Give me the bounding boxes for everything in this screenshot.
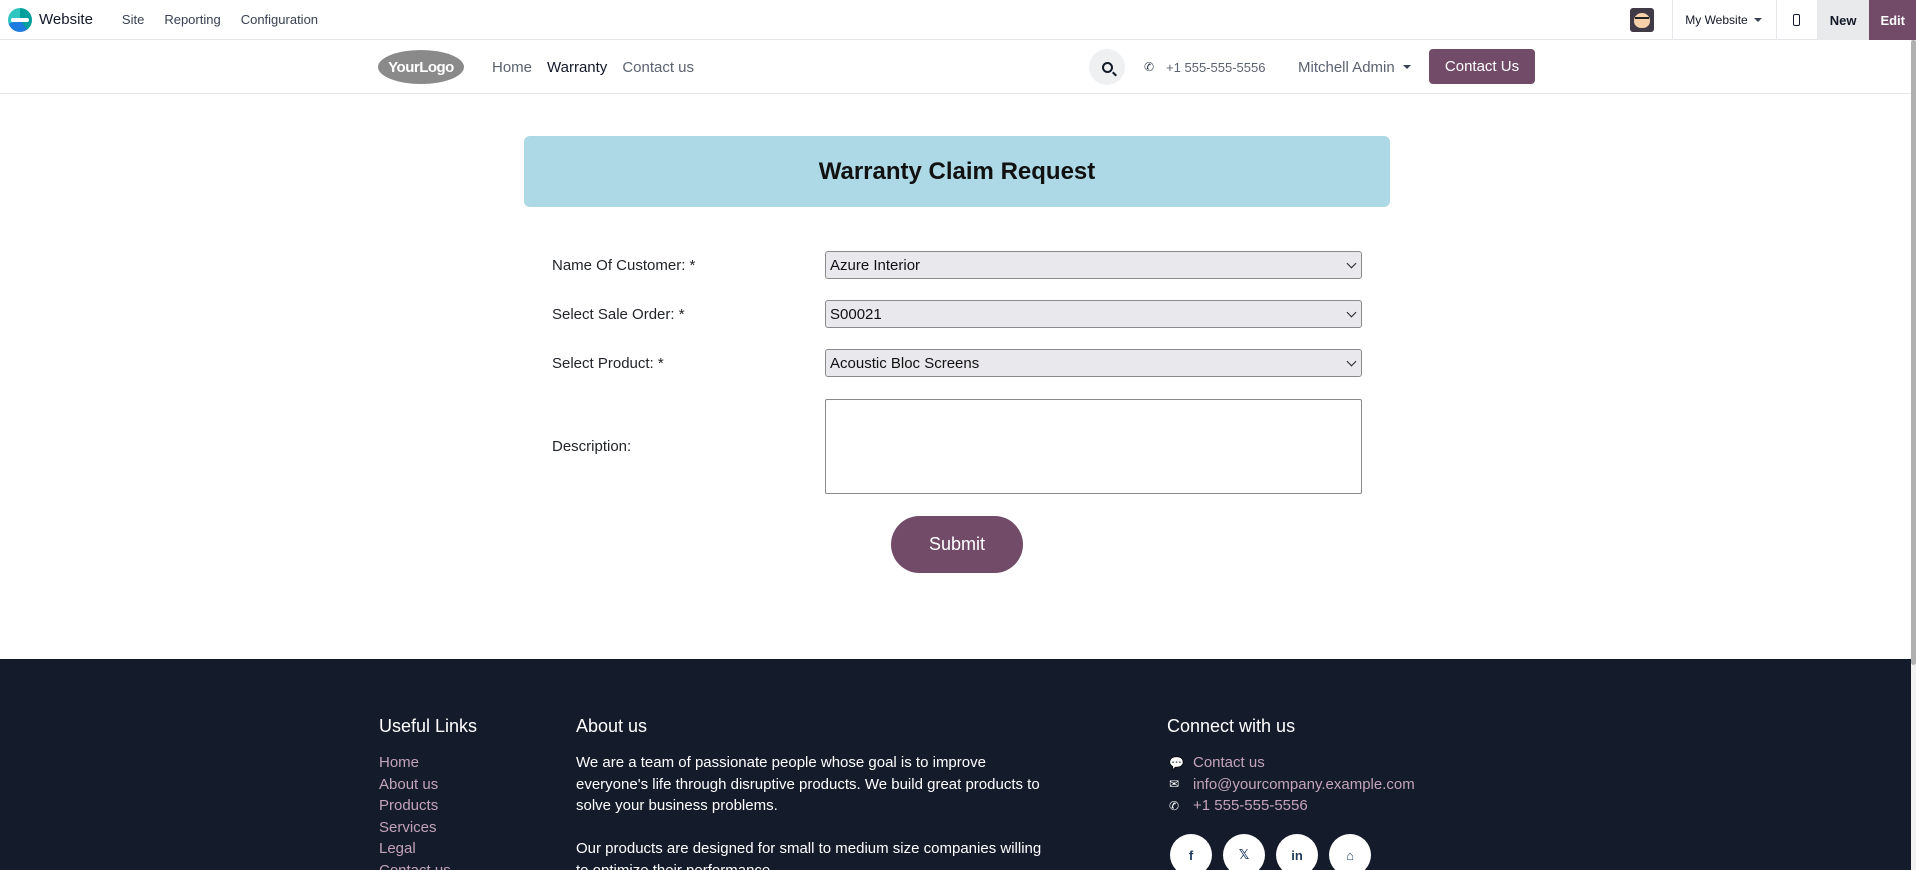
customer-select-value: Azure Interior (830, 256, 921, 274)
admin-menu: Site Reporting Configuration (112, 12, 328, 27)
menu-site[interactable]: Site (112, 12, 154, 27)
mobile-preview-button[interactable] (1777, 0, 1817, 40)
menu-configuration[interactable]: Configuration (231, 12, 328, 27)
submit-button[interactable]: Submit (891, 516, 1023, 573)
site-logo-text: YourLogo (388, 58, 454, 76)
footer-phone-text: +1 555-555-5556 (1193, 797, 1308, 815)
connect-list: 💬 Contact us ✉ info@yourcompany.example.… (1169, 752, 1415, 817)
caret-down-icon (1753, 18, 1762, 22)
page-scrollbar[interactable] (1911, 40, 1916, 870)
phone-icon: ✆ (1144, 60, 1155, 74)
site-nav: Home Warranty Contact us (492, 40, 694, 94)
useful-links-heading: Useful Links (379, 716, 478, 736)
facebook-icon[interactable]: f (1170, 834, 1212, 870)
footer-link-home[interactable]: Home (379, 752, 451, 774)
nav-home[interactable]: Home (492, 59, 532, 76)
contact-us-button[interactable]: Contact Us (1429, 49, 1535, 84)
sale-order-row: Select Sale Order: * S00021 (552, 300, 1362, 328)
chevron-down-icon (1346, 307, 1357, 317)
footer-email-link[interactable]: ✉ info@yourcompany.example.com (1169, 774, 1415, 796)
site-header: YourLogo Home Warranty Contact us ✆ +1 5… (0, 40, 1911, 94)
footer-link-services[interactable]: Services (379, 817, 451, 839)
user-menu[interactable]: Mitchell Admin (1298, 40, 1411, 94)
app-switcher[interactable]: Website (8, 0, 93, 40)
footer-link-about-us[interactable]: About us (379, 774, 451, 796)
edit-button[interactable]: Edit (1869, 0, 1916, 40)
header-phone-number: +1 555-555-5556 (1166, 59, 1266, 75)
useful-links-list: Home About us Products Services Legal Co… (379, 752, 451, 870)
customer-label: Name Of Customer: * (552, 256, 696, 274)
website-switcher-label: My Website (1685, 13, 1748, 27)
chevron-down-icon (1346, 258, 1357, 268)
description-row: Description: (552, 399, 1362, 494)
form-title-banner: Warranty Claim Request (524, 136, 1390, 207)
footer-link-products[interactable]: Products (379, 795, 451, 817)
about-heading: About us (576, 716, 648, 736)
admin-right-tools: My Website New Edit (1630, 0, 1916, 40)
x-icon[interactable]: 𝕏 (1223, 834, 1265, 870)
description-textarea[interactable] (825, 399, 1362, 494)
customer-row: Name Of Customer: * Azure Interior (552, 251, 1362, 279)
nav-warranty[interactable]: Warranty (547, 59, 607, 76)
product-select-value: Acoustic Bloc Screens (830, 354, 980, 372)
nav-contact-us[interactable]: Contact us (622, 59, 694, 76)
footer-email-text: info@yourcompany.example.com (1193, 775, 1415, 793)
sale-order-select-value: S00021 (830, 305, 882, 323)
header-phone-link[interactable]: ✆ +1 555-555-5556 (1144, 40, 1265, 94)
product-row: Select Product: * Acoustic Bloc Screens (552, 349, 1362, 377)
user-avatar[interactable] (1630, 8, 1655, 32)
footer-link-legal[interactable]: Legal (379, 838, 451, 860)
menu-reporting[interactable]: Reporting (154, 12, 230, 27)
envelope-icon: ✉ (1169, 777, 1180, 792)
footer-link-contact-us[interactable]: Contact us (379, 860, 451, 870)
admin-bar: Website Site Reporting Configuration My … (0, 0, 1916, 40)
site-logo[interactable]: YourLogo (378, 50, 464, 84)
footer-phone-link[interactable]: ✆ +1 555-555-5556 (1169, 795, 1415, 817)
app-name: Website (39, 11, 93, 28)
product-label: Select Product: * (552, 354, 664, 372)
new-button[interactable]: New (1816, 0, 1870, 40)
about-text: We are a team of passionate people whose… (576, 752, 1051, 870)
chat-icon: 💬 (1169, 755, 1184, 770)
connect-heading: Connect with us (1167, 716, 1296, 736)
scrollbar-thumb[interactable] (1911, 40, 1916, 665)
caret-down-icon (1402, 65, 1411, 69)
phone-icon: ✆ (1169, 798, 1180, 813)
product-select[interactable]: Acoustic Bloc Screens (825, 349, 1362, 377)
home-icon[interactable]: ⌂ (1329, 834, 1371, 870)
description-label: Description: (552, 438, 632, 455)
search-button[interactable] (1089, 49, 1125, 85)
sale-order-label: Select Sale Order: * (552, 305, 685, 323)
linkedin-icon[interactable]: in (1276, 834, 1318, 870)
about-paragraph: Our products are designed for small to m… (576, 840, 1042, 870)
footer-contact-text: Contact us (1193, 754, 1265, 772)
page-title: Warranty Claim Request (818, 157, 1096, 185)
social-links: f 𝕏 in ⌂ (1170, 834, 1371, 870)
sale-order-select[interactable]: S00021 (825, 300, 1362, 328)
search-icon (1101, 61, 1113, 73)
about-paragraph: We are a team of passionate people whose… (576, 754, 1040, 815)
website-app-icon (8, 7, 32, 32)
mobile-icon (1793, 14, 1801, 26)
customer-select[interactable]: Azure Interior (825, 251, 1362, 279)
footer-contact-link[interactable]: 💬 Contact us (1169, 752, 1415, 774)
website-switcher[interactable]: My Website (1673, 0, 1775, 40)
chevron-down-icon (1346, 356, 1357, 366)
user-name: Mitchell Admin (1298, 58, 1395, 76)
